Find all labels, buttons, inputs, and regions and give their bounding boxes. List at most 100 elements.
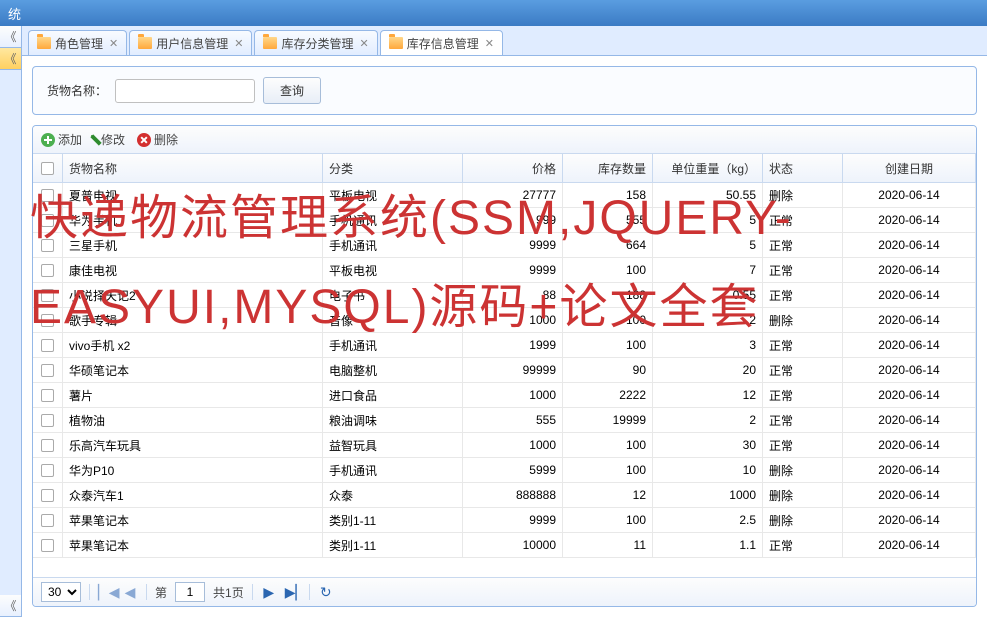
- tab-0[interactable]: 角色管理✕: [28, 30, 127, 55]
- row-category: 手机通讯: [323, 458, 463, 482]
- row-checkbox[interactable]: [41, 514, 54, 527]
- close-icon[interactable]: ✕: [109, 37, 118, 50]
- row-checkbox-cell[interactable]: [33, 533, 63, 557]
- close-icon[interactable]: ✕: [234, 37, 243, 50]
- tab-3[interactable]: 库存信息管理✕: [380, 30, 503, 55]
- row-checkbox[interactable]: [41, 439, 54, 452]
- pager-prev-icon[interactable]: ◀: [122, 584, 138, 601]
- col-status[interactable]: 状态: [763, 154, 843, 182]
- col-category[interactable]: 分类: [323, 154, 463, 182]
- row-checkbox-cell[interactable]: [33, 283, 63, 307]
- row-checkbox-cell[interactable]: [33, 408, 63, 432]
- row-checkbox[interactable]: [41, 189, 54, 202]
- row-checkbox-cell[interactable]: [33, 508, 63, 532]
- row-price: 1999: [463, 333, 563, 357]
- row-status: 正常: [763, 283, 843, 307]
- table-row[interactable]: 小说择天记2电子书881880.55正常2020-06-14: [33, 283, 976, 308]
- table-row[interactable]: 苹果笔记本类别1-1199991002.5删除2020-06-14: [33, 508, 976, 533]
- checkbox-all[interactable]: [41, 162, 54, 175]
- add-icon: [41, 133, 55, 147]
- row-checkbox-cell[interactable]: [33, 433, 63, 457]
- row-name: 植物油: [63, 408, 323, 432]
- row-checkbox-cell[interactable]: [33, 258, 63, 282]
- row-qty: 555: [563, 208, 653, 232]
- query-button[interactable]: 查询: [263, 77, 321, 104]
- row-checkbox-cell[interactable]: [33, 458, 63, 482]
- pager-page-input[interactable]: [175, 582, 205, 602]
- folder-icon: [37, 37, 51, 49]
- row-checkbox[interactable]: [41, 489, 54, 502]
- row-checkbox-cell[interactable]: [33, 483, 63, 507]
- row-checkbox-cell[interactable]: [33, 208, 63, 232]
- table-row[interactable]: 华为P10手机通讯599910010删除2020-06-14: [33, 458, 976, 483]
- row-price: 1000: [463, 308, 563, 332]
- table-row[interactable]: 乐高汽车玩具益智玩具100010030正常2020-06-14: [33, 433, 976, 458]
- close-icon[interactable]: ✕: [485, 37, 494, 50]
- row-date: 2020-06-14: [843, 358, 976, 382]
- row-checkbox[interactable]: [41, 414, 54, 427]
- content-region: 角色管理✕用户信息管理✕库存分类管理✕库存信息管理✕ 货物名称： 查询 添加 修…: [22, 26, 987, 617]
- row-checkbox[interactable]: [41, 389, 54, 402]
- row-checkbox[interactable]: [41, 264, 54, 277]
- col-name[interactable]: 货物名称: [63, 154, 323, 182]
- row-price: 88: [463, 283, 563, 307]
- row-name: vivo手机 x2: [63, 333, 323, 357]
- table-row[interactable]: 歌手专辑音像10001002删除2020-06-14: [33, 308, 976, 333]
- delete-button[interactable]: 删除: [137, 131, 178, 148]
- row-date: 2020-06-14: [843, 508, 976, 532]
- row-date: 2020-06-14: [843, 383, 976, 407]
- pager-next-icon[interactable]: ▶: [261, 584, 277, 601]
- row-checkbox-cell[interactable]: [33, 308, 63, 332]
- row-checkbox[interactable]: [41, 214, 54, 227]
- row-checkbox[interactable]: [41, 364, 54, 377]
- col-date[interactable]: 创建日期: [843, 154, 976, 182]
- table-row[interactable]: 夏普电视平板电视2777715850.55删除2020-06-14: [33, 183, 976, 208]
- row-checkbox-cell[interactable]: [33, 358, 63, 382]
- pager-refresh-icon[interactable]: ↻: [318, 584, 334, 601]
- row-checkbox[interactable]: [41, 339, 54, 352]
- pager-last-icon[interactable]: ▶▏: [285, 584, 301, 601]
- row-weight: 1000: [653, 483, 763, 507]
- col-weight[interactable]: 单位重量（kg）: [653, 154, 763, 182]
- row-name: 苹果笔记本: [63, 508, 323, 532]
- col-checkbox[interactable]: [33, 154, 63, 182]
- tab-1[interactable]: 用户信息管理✕: [129, 30, 252, 55]
- row-name: 三星手机: [63, 233, 323, 257]
- table-row[interactable]: vivo手机 x2手机通讯19991003正常2020-06-14: [33, 333, 976, 358]
- col-qty[interactable]: 库存数量: [563, 154, 653, 182]
- table-row[interactable]: 华为手机手机通讯9995555正常2020-06-14: [33, 208, 976, 233]
- table-row[interactable]: 苹果笔记本类别1-1110000111.1正常2020-06-14: [33, 533, 976, 558]
- row-checkbox[interactable]: [41, 289, 54, 302]
- col-price[interactable]: 价格: [463, 154, 563, 182]
- row-checkbox[interactable]: [41, 314, 54, 327]
- row-checkbox-cell[interactable]: [33, 183, 63, 207]
- page-size-select[interactable]: 30: [41, 582, 81, 602]
- collapse-toggle-2[interactable]: 《: [0, 48, 21, 70]
- row-checkbox-cell[interactable]: [33, 233, 63, 257]
- search-input[interactable]: [115, 79, 255, 103]
- collapse-toggle-1[interactable]: 《: [0, 26, 21, 48]
- row-qty: 2222: [563, 383, 653, 407]
- close-icon[interactable]: ✕: [359, 37, 368, 50]
- row-checkbox[interactable]: [41, 239, 54, 252]
- pager-first-icon[interactable]: ▏◀: [98, 584, 114, 601]
- row-name: 康佳电视: [63, 258, 323, 282]
- table-row[interactable]: 薯片进口食品1000222212正常2020-06-14: [33, 383, 976, 408]
- main-layout: 《 《 《 角色管理✕用户信息管理✕库存分类管理✕库存信息管理✕ 货物名称： 查…: [0, 26, 987, 617]
- tab-2[interactable]: 库存分类管理✕: [254, 30, 377, 55]
- row-checkbox-cell[interactable]: [33, 333, 63, 357]
- row-qty: 12: [563, 483, 653, 507]
- row-checkbox[interactable]: [41, 539, 54, 552]
- collapse-toggle-bottom[interactable]: 《: [0, 595, 21, 617]
- table-row[interactable]: 植物油粮油调味555199992正常2020-06-14: [33, 408, 976, 433]
- row-checkbox[interactable]: [41, 464, 54, 477]
- row-checkbox-cell[interactable]: [33, 383, 63, 407]
- add-button[interactable]: 添加: [41, 131, 82, 148]
- table-row[interactable]: 三星手机手机通讯99996645正常2020-06-14: [33, 233, 976, 258]
- table-row[interactable]: 华硕笔记本电脑整机999999020正常2020-06-14: [33, 358, 976, 383]
- table-row[interactable]: 康佳电视平板电视99991007正常2020-06-14: [33, 258, 976, 283]
- table-row[interactable]: 众泰汽车1众泰888888121000删除2020-06-14: [33, 483, 976, 508]
- row-date: 2020-06-14: [843, 408, 976, 432]
- edit-button[interactable]: 修改: [94, 131, 125, 148]
- row-category: 类别1-11: [323, 508, 463, 532]
